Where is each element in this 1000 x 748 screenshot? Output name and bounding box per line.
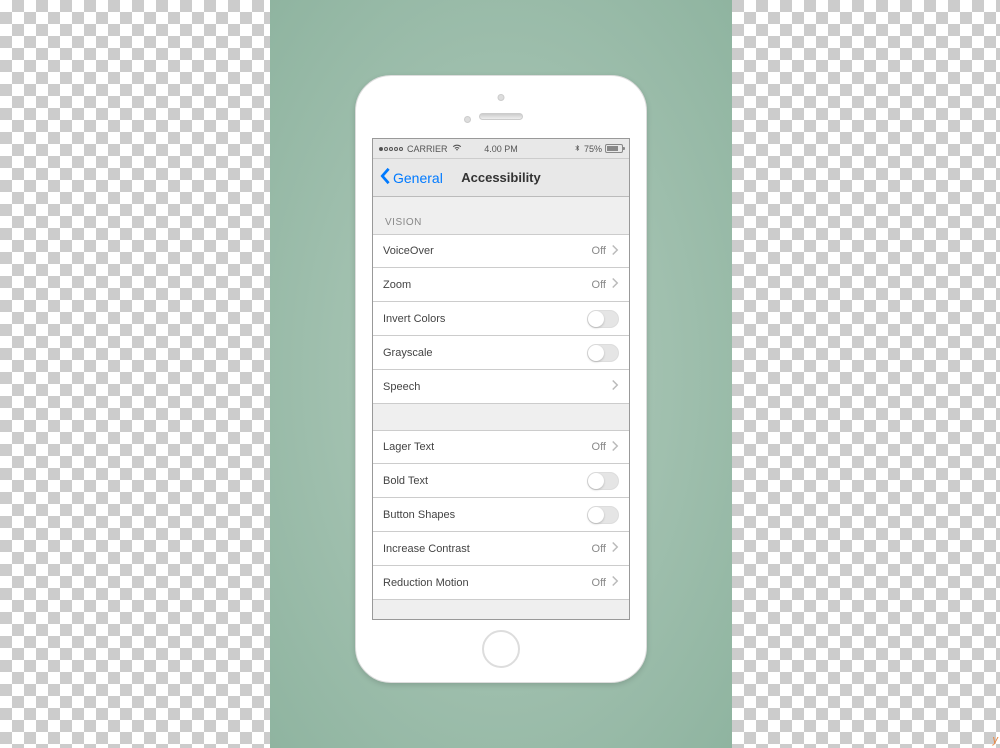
row-zoom[interactable]: Zoom Off [373,268,629,302]
battery-icon [605,144,623,153]
row-label: Grayscale [383,347,433,359]
chevron-right-icon [611,244,619,259]
row-label: Increase Contrast [383,543,470,555]
wifi-icon [452,143,462,155]
back-button[interactable]: General [379,167,443,188]
toggle-button-shapes[interactable] [587,506,619,524]
row-value: Off [592,441,606,453]
section-spacer [373,404,629,430]
row-label: Speech [383,381,420,393]
toggle-bold-text[interactable] [587,472,619,490]
row-label: Invert Colors [383,313,445,325]
footer-credit: y [993,734,999,746]
phone-frame: CARRIER 4.00 PM 75% General [355,75,647,683]
chevron-right-icon [611,575,619,590]
carrier-label: CARRIER [407,144,448,154]
settings-content[interactable]: VISION VoiceOver Off Zoom Off [373,197,629,619]
section-header-vision: VISION [373,197,629,234]
row-reduce-motion[interactable]: Reduction Motion Off [373,566,629,600]
row-value: Off [592,245,606,257]
row-label: VoiceOver [383,245,434,257]
row-invert-colors[interactable]: Invert Colors [373,302,629,336]
section-vision: VoiceOver Off Zoom Off Invert Colors [373,234,629,404]
row-increase-contrast[interactable]: Increase Contrast Off [373,532,629,566]
row-value: Off [592,543,606,555]
row-label: Zoom [383,279,411,291]
home-button[interactable] [482,630,520,668]
row-bold-text[interactable]: Bold Text [373,464,629,498]
row-label: Lager Text [383,441,434,453]
chevron-right-icon [611,541,619,556]
row-value: Off [592,279,606,291]
chevron-right-icon [611,440,619,455]
status-bar: CARRIER 4.00 PM 75% [373,139,629,159]
phone-speaker [479,113,523,120]
toggle-grayscale[interactable] [587,344,619,362]
row-larger-text[interactable]: Lager Text Off [373,430,629,464]
battery-pct-label: 75% [584,144,602,154]
chevron-right-icon [611,379,619,394]
phone-screen: CARRIER 4.00 PM 75% General [372,138,630,620]
chevron-right-icon [611,277,619,292]
row-label: Bold Text [383,475,428,487]
nav-bar: General Accessibility [373,159,629,197]
nav-title: Accessibility [461,170,541,185]
row-label: Button Shapes [383,509,455,521]
signal-icon [379,147,403,151]
time-label: 4.00 PM [484,144,518,154]
row-voiceover[interactable]: VoiceOver Off [373,234,629,268]
chevron-left-icon [379,167,391,188]
row-button-shapes[interactable]: Button Shapes [373,498,629,532]
row-grayscale[interactable]: Grayscale [373,336,629,370]
back-label: General [393,170,443,186]
phone-sensor [464,116,471,123]
row-label: Reduction Motion [383,577,469,589]
row-speech[interactable]: Speech [373,370,629,404]
row-value: Off [592,577,606,589]
phone-camera [498,94,505,101]
section-text: Lager Text Off Bold Text Button Shapes [373,430,629,600]
bluetooth-icon [574,143,581,155]
toggle-invert-colors[interactable] [587,310,619,328]
